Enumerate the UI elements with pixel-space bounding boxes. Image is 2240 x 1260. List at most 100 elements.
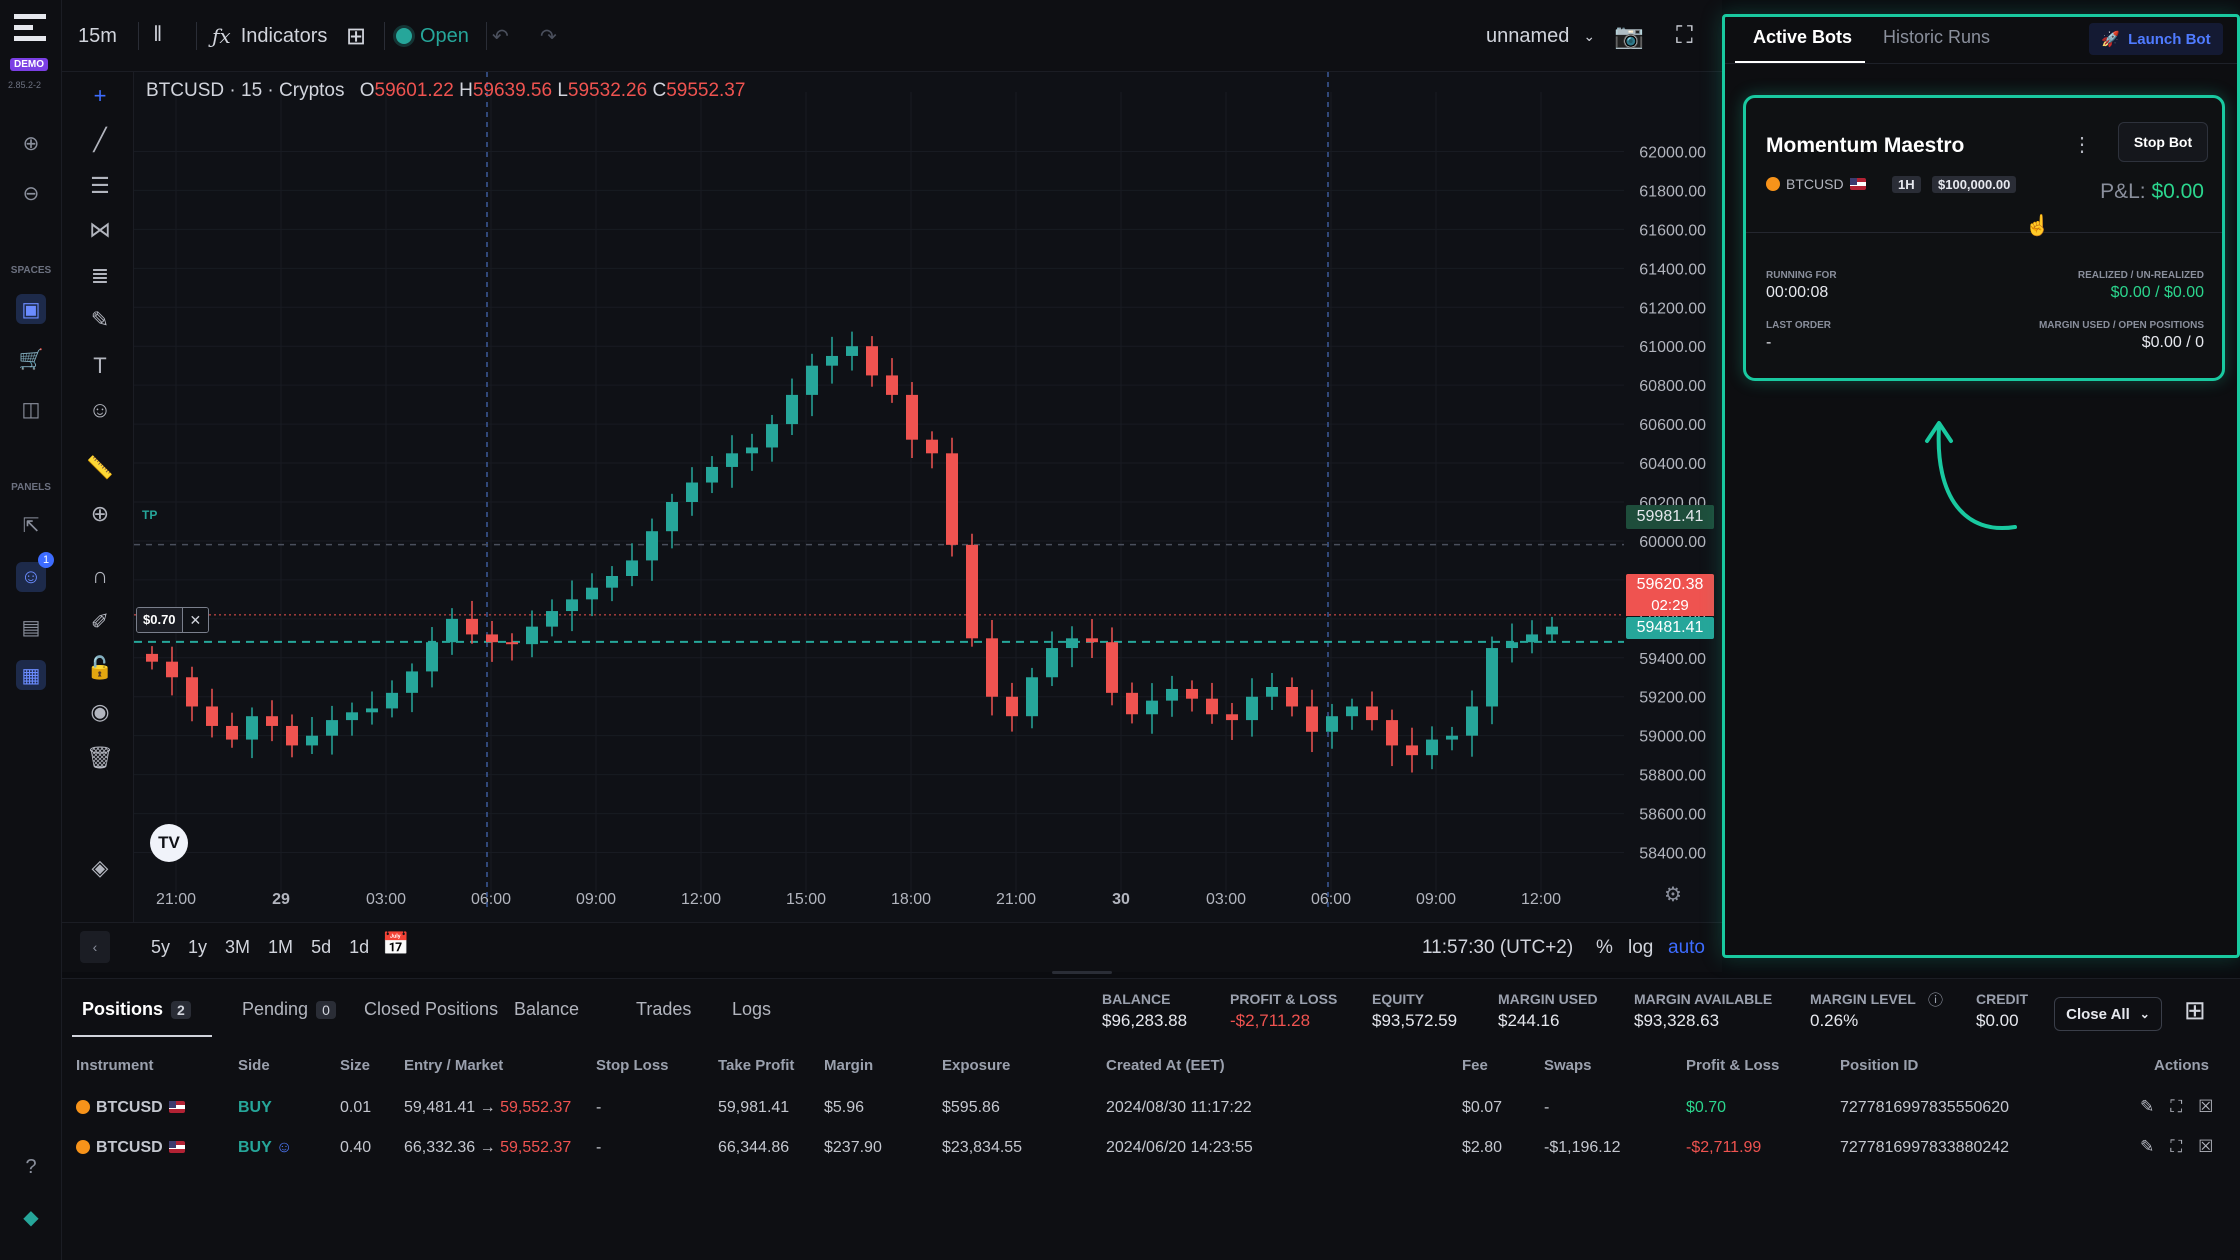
spaces-label: SPACES — [10, 265, 52, 276]
tradingview-logo[interactable]: TV — [150, 824, 188, 862]
horizontal-lines-icon[interactable]: ☰ — [82, 168, 118, 204]
trendline-icon[interactable]: ╱ — [82, 122, 118, 158]
zoom-out-icon[interactable]: ⊖ — [16, 178, 46, 208]
tab-closed-positions[interactable]: Closed Positions — [364, 999, 498, 1020]
tab-trades[interactable]: Trades — [636, 999, 691, 1020]
lock-icon[interactable]: 🔓 — [82, 650, 118, 686]
margin-value: $0.00 / 0 — [2141, 334, 2204, 351]
pitchfork-icon[interactable]: ⋈ — [82, 212, 118, 248]
column-header[interactable]: Profit & Loss — [1686, 1057, 1779, 1074]
edit-icon[interactable]: ✎ — [2140, 1137, 2154, 1157]
column-header[interactable]: Instrument — [76, 1057, 154, 1074]
layers-icon[interactable]: ◈ — [82, 850, 118, 886]
log-toggle[interactable]: log — [1628, 937, 1653, 959]
price-chart[interactable]: 62000.00 61800.00 61600.00 61400.00 61200.00… — [134, 72, 1722, 922]
chart-space-icon[interactable]: ▣ — [16, 294, 46, 324]
column-header[interactable]: Side — [238, 1057, 270, 1074]
range-5y[interactable]: 5y — [142, 931, 179, 963]
templates-icon[interactable]: ⊞ — [346, 18, 366, 54]
camera-icon[interactable]: 📷 — [1614, 18, 1644, 54]
panel-grip[interactable] — [1052, 971, 1112, 974]
fib-icon[interactable]: ≣ — [82, 258, 118, 294]
position-pnl-tag[interactable]: $0.70 ✕ — [136, 607, 210, 633]
auto-toggle[interactable]: auto — [1668, 937, 1705, 959]
tab-positions[interactable]: Positions 2 — [82, 999, 191, 1020]
help-icon[interactable]: ? — [16, 1152, 46, 1182]
close-position-icon[interactable]: ☒ — [2198, 1097, 2213, 1117]
tab-historic-runs[interactable]: Historic Runs — [1883, 27, 1990, 48]
brush-icon[interactable]: ✎ — [82, 302, 118, 338]
column-header[interactable]: Position ID — [1840, 1057, 1918, 1074]
export-icon[interactable]: ⇱ — [16, 510, 46, 540]
collapse-left-icon[interactable]: ‹ — [80, 931, 110, 963]
zoom-in-icon[interactable]: ⊕ — [16, 128, 46, 158]
magnet-icon[interactable]: ∩ — [82, 558, 118, 594]
table-row[interactable]: BTCUSD BUY ☺ 0.40 66,332.36 → 59,552.37 - 66,… — [62, 1137, 2240, 1169]
column-header[interactable]: Stop Loss — [596, 1057, 669, 1074]
close-all-button[interactable]: Close All ⌄ — [2054, 997, 2162, 1031]
margin-cell: $5.96 — [824, 1099, 865, 1116]
range-1y[interactable]: 1y — [179, 931, 216, 963]
layout-selector[interactable]: unnamed ⌄ — [1486, 18, 1595, 54]
go-to-date-icon[interactable]: 📅 — [382, 931, 409, 957]
column-header[interactable]: Swaps — [1544, 1057, 1592, 1074]
edit-icon[interactable]: ✎ — [2140, 1097, 2154, 1117]
info-icon[interactable]: ⓘ — [1928, 989, 1943, 1010]
text-icon[interactable]: T — [82, 348, 118, 384]
calculator-icon[interactable]: ▦ — [16, 660, 46, 690]
stat-label: PROFIT & LOSS — [1230, 991, 1338, 1007]
chart-settings-icon[interactable]: ⚙ — [1664, 882, 1682, 907]
candle-style-icon[interactable]: 𝍪 — [154, 18, 161, 54]
tab-logs[interactable]: Logs — [732, 999, 771, 1020]
bot-menu-icon[interactable]: ⋮ — [2072, 132, 2092, 157]
trash-icon[interactable]: 🗑 — [82, 740, 118, 776]
take-profit-cell: 59,981.41 — [718, 1099, 790, 1116]
column-header[interactable]: Entry / Market — [404, 1057, 503, 1074]
clock-label[interactable]: 11:57:30 (UTC+2) — [1422, 937, 1573, 959]
column-header[interactable]: Created At (EET) — [1106, 1057, 1225, 1074]
crosshair-icon[interactable]: + — [82, 78, 118, 114]
eye-icon[interactable]: ◉ — [82, 694, 118, 730]
column-header[interactable]: Take Profit — [718, 1057, 794, 1074]
ruler-icon[interactable]: 📏 — [82, 450, 118, 486]
candle-body — [426, 642, 438, 672]
close-position-icon[interactable]: ✕ — [181, 608, 209, 632]
app-logo[interactable] — [14, 14, 46, 42]
interval-selector[interactable]: 15m — [78, 18, 117, 54]
cart-icon[interactable]: 🛒 — [16, 344, 46, 374]
focus-icon[interactable]: ⛶ — [2170, 1097, 2182, 1117]
column-header[interactable]: Actions — [2154, 1057, 2209, 1074]
chart-canvas[interactable]: 62000.00 61800.00 61600.00 61400.00 61200.00… — [134, 72, 1722, 922]
range-1M[interactable]: 1M — [259, 931, 302, 963]
tab-active-bots[interactable]: Active Bots — [1753, 27, 1852, 48]
active-tab-underline — [72, 1035, 212, 1037]
focus-icon[interactable]: ⛶ — [2170, 1137, 2182, 1157]
bot-card[interactable]: Momentum Maestro ⋮ Stop Bot BTCUSD 1H $1… — [1743, 95, 2225, 381]
column-header[interactable]: Margin — [824, 1057, 873, 1074]
zoom-icon[interactable]: ⊕ — [82, 496, 118, 532]
tab-pending[interactable]: Pending 0 — [242, 999, 336, 1020]
grid-view-icon[interactable]: ⊞ — [2184, 995, 2206, 1026]
lock-drawing-icon[interactable]: ✐ — [82, 604, 118, 640]
code-icon[interactable]: ◫ — [16, 394, 46, 424]
percent-toggle[interactable]: % — [1596, 937, 1613, 959]
tab-balance[interactable]: Balance — [514, 999, 579, 1020]
undo-icon[interactable]: ↶ — [492, 18, 509, 54]
range-3M[interactable]: 3M — [216, 931, 259, 963]
indicators-button[interactable]: ƒx Indicators — [212, 18, 327, 54]
symbol-label: BTCUSD · 15 · Cryptos — [146, 80, 345, 101]
column-header[interactable]: Fee — [1462, 1057, 1488, 1074]
table-row[interactable]: BTCUSD BUY 0.01 59,481.41 → 59,552.37 - 59,98… — [62, 1097, 2240, 1129]
shield-icon[interactable]: ◆ — [16, 1202, 46, 1232]
stop-bot-button[interactable]: Stop Bot — [2118, 122, 2208, 162]
launch-bot-button[interactable]: 🚀 Launch Bot — [2089, 23, 2223, 55]
redo-icon[interactable]: ↷ — [540, 18, 557, 54]
range-1d[interactable]: 1d — [340, 931, 378, 963]
card-icon[interactable]: ▤ — [16, 612, 46, 642]
column-header[interactable]: Exposure — [942, 1057, 1010, 1074]
column-header[interactable]: Size — [340, 1057, 370, 1074]
emoji-icon[interactable]: ☺ — [82, 392, 118, 428]
fullscreen-icon[interactable]: ⛶ — [1676, 18, 1693, 54]
close-position-icon[interactable]: ☒ — [2198, 1137, 2213, 1157]
range-5d[interactable]: 5d — [302, 931, 340, 963]
